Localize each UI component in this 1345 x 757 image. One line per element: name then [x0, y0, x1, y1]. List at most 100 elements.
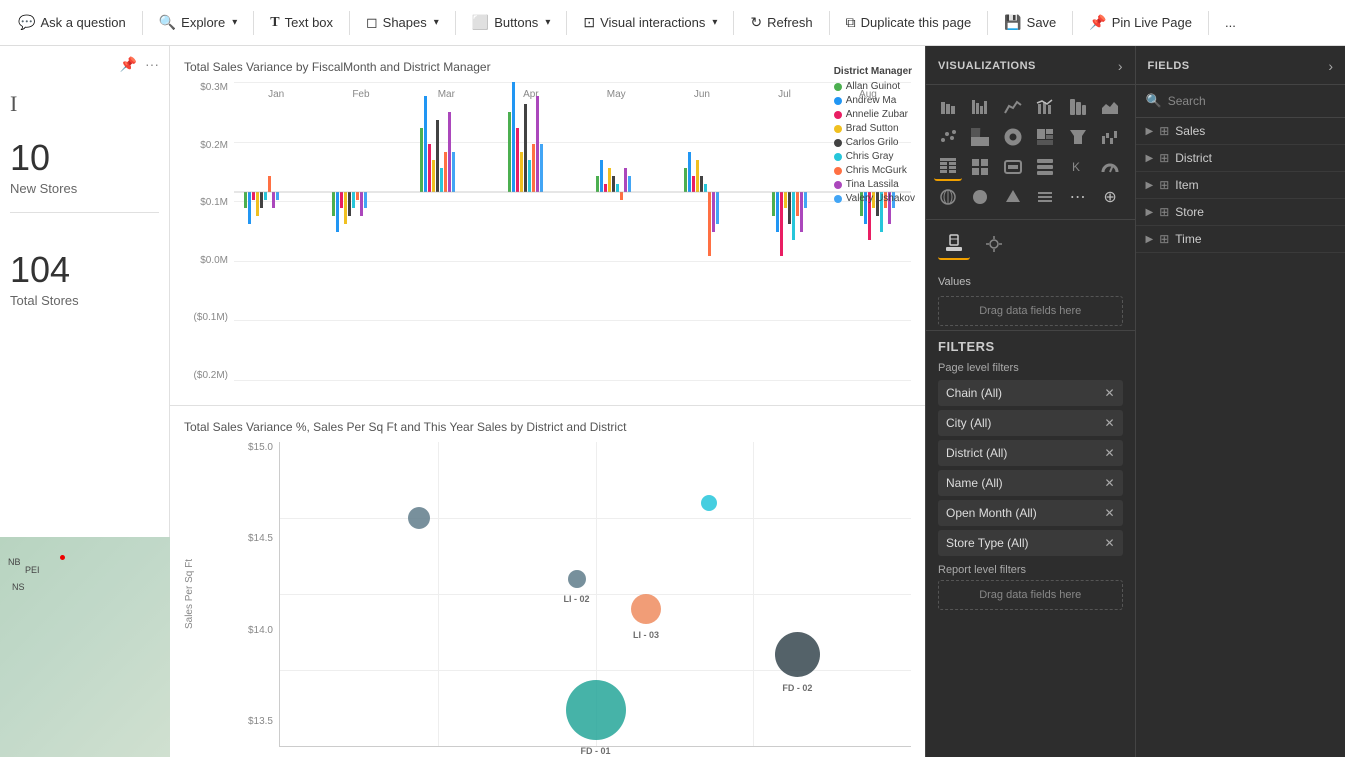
legend-item-9: Valery Ushakov [834, 193, 915, 204]
bar-rect-2-1 [424, 96, 427, 192]
filters-title: FILTERS [938, 339, 1123, 354]
toolbar-separator-2 [253, 11, 254, 35]
legend-dot-4 [834, 125, 842, 133]
bar-rect-1-5 [352, 192, 355, 208]
viz-icons-grid: K ⋯ [926, 85, 1135, 219]
toolbar-pin-live-page[interactable]: 📌 Pin Live Page [1079, 9, 1202, 36]
toolbar-ask-question[interactable]: 💬 Ask a question [8, 9, 136, 36]
viz-icon-card[interactable] [999, 153, 1027, 181]
toolbar-shapes[interactable]: ◻ Shapes [356, 9, 449, 36]
stats-pin-area: 📌 ··· [10, 56, 159, 73]
field-group-item-time[interactable]: ▶ ⊞ Time [1136, 226, 1345, 252]
viz-icon-waterfall[interactable] [1096, 123, 1124, 151]
viz-icon-map[interactable] [934, 183, 962, 211]
filter-store-type[interactable]: Store Type (All) ✕ [938, 530, 1123, 556]
bubble-chart-body: Sales Per Sq Ft $15.0 $14.5 $14.0 $13.5 [184, 442, 911, 747]
fields-search-input[interactable] [1168, 94, 1335, 108]
fields-panel-chevron[interactable]: › [1328, 58, 1333, 74]
toolbar-explore[interactable]: 🔍 Explore [149, 9, 248, 36]
viz-icon-stacked-bar[interactable] [934, 93, 962, 121]
filter-city[interactable]: City (All) ✕ [938, 410, 1123, 436]
toolbar-separator-8 [987, 11, 988, 35]
map-label-nb: NB [8, 557, 21, 567]
right-panel: VISUALIZATIONS › [925, 46, 1345, 757]
filter-district[interactable]: District (All) ✕ [938, 440, 1123, 466]
field-group-item-sales[interactable]: ▶ ⊞ Sales [1136, 118, 1345, 144]
bar-rect-3-2 [516, 128, 519, 192]
field-group-item-store[interactable]: ▶ ⊞ Store [1136, 199, 1345, 225]
toolbar-save[interactable]: 💾 Save [994, 9, 1066, 36]
toolbar-text-box[interactable]: T Text box [260, 10, 343, 36]
bar-rect-3-3 [520, 152, 523, 192]
pin-small-icon[interactable]: 📌 [120, 56, 137, 73]
filter-store-type-close[interactable]: ✕ [1104, 536, 1114, 550]
toolbar-duplicate-page[interactable]: ⧉ Duplicate this page [836, 9, 982, 36]
viz-icon-treemap[interactable] [1031, 123, 1059, 151]
field-group-item-item[interactable]: ▶ ⊞ Item [1136, 172, 1345, 198]
filter-name[interactable]: Name (All) ✕ [938, 470, 1123, 496]
viz-icon-pie[interactable] [966, 123, 994, 151]
viz-icon-bar-line[interactable] [1031, 93, 1059, 121]
viz-sub-section [926, 219, 1135, 268]
total-stores-label: Total Stores [10, 293, 79, 308]
filter-chain-close[interactable]: ✕ [1104, 386, 1114, 400]
viz-icon-matrix[interactable] [966, 153, 994, 181]
viz-icon-more-visuals[interactable]: ⋯ [1064, 183, 1092, 211]
time-table-icon: ⊞ [1159, 232, 1169, 246]
viz-icon-ribbon[interactable] [1064, 93, 1092, 121]
bar-rect-5-6 [708, 192, 711, 256]
bar-rect-4-7 [624, 168, 627, 192]
bar-rect-4-5 [616, 184, 619, 192]
bar-rect-3-7 [536, 96, 539, 192]
viz-icon-area[interactable] [1096, 93, 1124, 121]
bar-rect-6-6 [796, 192, 799, 216]
legend-dot-8 [834, 181, 842, 189]
filter-name-close[interactable]: ✕ [1104, 476, 1114, 490]
viz-icon-clustered-bar[interactable] [966, 93, 994, 121]
legend-dot-5 [834, 139, 842, 147]
viz-icon-donut[interactable] [999, 123, 1027, 151]
viz-icon-table[interactable] [934, 153, 962, 181]
toolbar-refresh[interactable]: ↻ Refresh [740, 9, 822, 36]
legend-item-8: Tina Lassila [834, 179, 915, 190]
filter-district-close[interactable]: ✕ [1104, 446, 1114, 460]
viz-icon-gauge[interactable] [1096, 153, 1124, 181]
store-table-icon: ⊞ [1159, 205, 1169, 219]
bar-rect-4-3 [608, 168, 611, 192]
bar-rect-5-5 [704, 184, 707, 192]
bar-rect-3-1 [512, 82, 515, 192]
filter-city-close[interactable]: ✕ [1104, 416, 1114, 430]
bubble-chart-container: Total Sales Variance %, Sales Per Sq Ft … [170, 406, 925, 757]
viz-icon-line[interactable] [999, 93, 1027, 121]
viz-icon-more-options[interactable]: ⊕ [1096, 183, 1124, 211]
viz-panel-chevron[interactable]: › [1118, 58, 1123, 74]
toolbar-visual-interactions[interactable]: ⊡ Visual interactions [573, 9, 727, 36]
viz-icon-shape-map[interactable] [999, 183, 1027, 211]
ellipsis-icon[interactable]: ··· [145, 56, 159, 73]
filter-open-month-close[interactable]: ✕ [1104, 506, 1114, 520]
store-label: Store [1175, 205, 1204, 219]
viz-format-icon[interactable] [938, 228, 970, 260]
viz-analytics-icon[interactable] [978, 228, 1010, 260]
viz-icon-kpi[interactable]: K [1064, 153, 1092, 181]
toolbar-buttons[interactable]: ⬜ Buttons [462, 9, 561, 36]
bar-rect-6-3 [784, 192, 787, 208]
viz-icon-filled-map[interactable] [966, 183, 994, 211]
bar-rect-3-0 [508, 112, 511, 192]
viz-icon-multi-row-card[interactable] [1031, 153, 1059, 181]
filter-open-month[interactable]: Open Month (All) ✕ [938, 500, 1123, 526]
bar-chart-y-axis: $0.3M $0.2M $0.1M $0.0M ($0.1M) ($0.2M) [184, 82, 234, 405]
bar-chart-inner: Jan Feb Mar Apr May Jun Jul Aug [234, 82, 911, 405]
field-group-item-district[interactable]: ▶ ⊞ District [1136, 145, 1345, 171]
filter-chain[interactable]: Chain (All) ✕ [938, 380, 1123, 406]
item-label: Item [1175, 178, 1198, 192]
viz-icon-funnel[interactable] [1064, 123, 1092, 151]
legend-item-4: Brad Sutton [834, 123, 915, 134]
bubble-LI-03: LI - 03 [631, 594, 661, 624]
viz-icon-slicer[interactable] [1031, 183, 1059, 211]
toolbar-more[interactable]: ... [1215, 10, 1246, 35]
bar-rect-1-7 [360, 192, 363, 216]
bubble-label-FD-01: FD - 01 [580, 746, 610, 756]
viz-icon-scatter[interactable] [934, 123, 962, 151]
bar-chart-body: $0.3M $0.2M $0.1M $0.0M ($0.1M) ($0.2M) [184, 82, 911, 405]
